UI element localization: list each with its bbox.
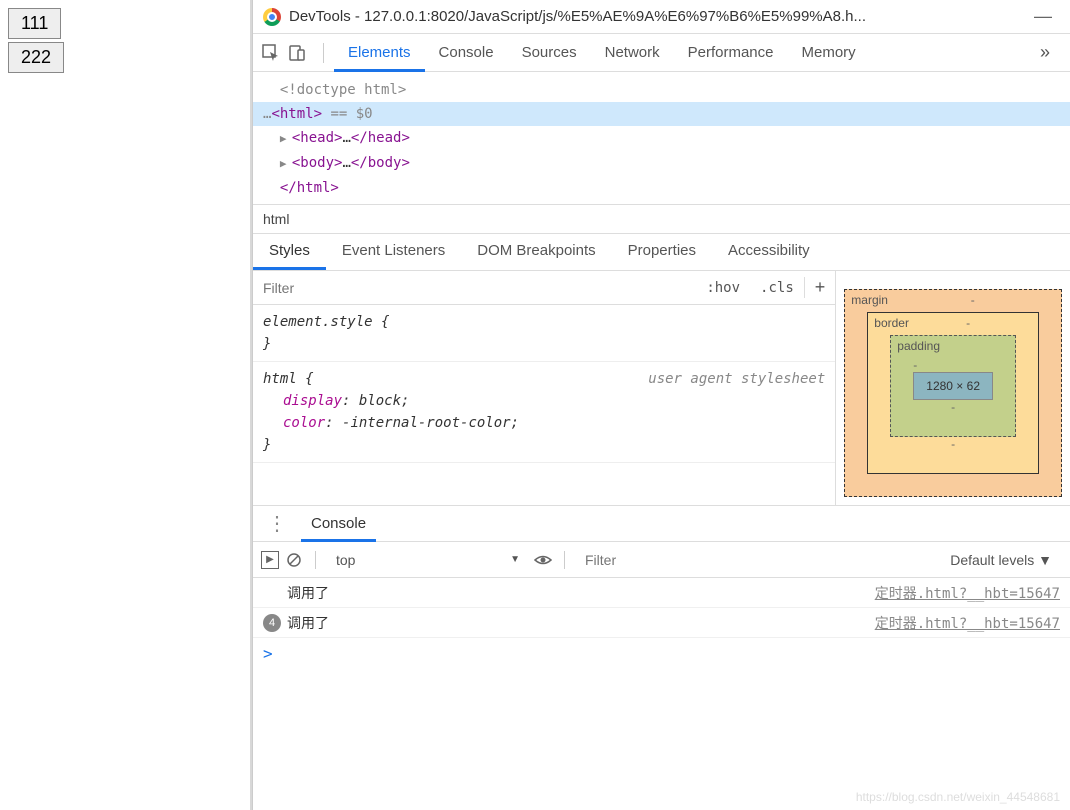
tab-console[interactable]: Console	[425, 34, 508, 72]
main-tabs: Elements Console Sources Network Perform…	[334, 34, 1028, 72]
devtools-titlebar: DevTools - 127.0.0.1:8020/JavaScript/js/…	[253, 0, 1070, 34]
html-close: </html>	[263, 176, 1060, 200]
tab-performance[interactable]: Performance	[674, 34, 788, 72]
dom-tree[interactable]: <!doctype html> …<html> == $0 ▶<head>…</…	[253, 72, 1070, 204]
console-drawer-tab[interactable]: Console	[301, 506, 376, 542]
page-content: 111 222	[0, 0, 250, 810]
log-source-link[interactable]: 定时器.html?__hbt=15647	[875, 613, 1060, 633]
console-drawer-header: ⋮ Console	[253, 506, 1070, 542]
live-expression-icon[interactable]: ▶	[261, 551, 279, 569]
context-selector[interactable]: top▼	[328, 552, 528, 568]
inspect-icon[interactable]	[261, 43, 281, 63]
repeat-badge: 4	[263, 614, 281, 632]
log-levels-selector[interactable]: Default levels ▼	[940, 552, 1062, 568]
console-toolbar: ▶ top▼ Default levels ▼	[253, 542, 1070, 578]
subtab-event-listeners[interactable]: Event Listeners	[326, 234, 461, 270]
styles-subtabs: Styles Event Listeners DOM Breakpoints P…	[253, 233, 1070, 271]
styles-filter-row: :hov .cls +	[253, 271, 835, 305]
hov-toggle[interactable]: :hov	[696, 280, 750, 296]
devtools-toolbar: Elements Console Sources Network Perform…	[253, 34, 1070, 72]
minimize-button[interactable]: —	[1026, 6, 1060, 27]
eye-icon[interactable]	[534, 551, 552, 569]
breadcrumb[interactable]: html	[253, 204, 1070, 233]
tab-elements[interactable]: Elements	[334, 34, 425, 72]
html-rule[interactable]: html {user agent stylesheet display: blo…	[253, 362, 835, 463]
subtab-dom-breakpoints[interactable]: DOM Breakpoints	[461, 234, 611, 270]
kebab-icon[interactable]: ⋮	[253, 511, 301, 536]
more-tabs-icon[interactable]: »	[1028, 42, 1062, 63]
tab-memory[interactable]: Memory	[788, 34, 870, 72]
chrome-icon	[263, 8, 281, 26]
subtab-properties[interactable]: Properties	[612, 234, 712, 270]
devtools-title: DevTools - 127.0.0.1:8020/JavaScript/js/…	[289, 8, 1026, 25]
cls-toggle[interactable]: .cls	[750, 280, 804, 296]
head-node[interactable]: ▶<head>…</head>	[263, 126, 1060, 151]
new-rule-button[interactable]: +	[804, 277, 836, 298]
device-icon[interactable]	[287, 43, 307, 63]
page-button-2[interactable]: 222	[8, 42, 64, 73]
styles-filter-input[interactable]	[253, 280, 696, 296]
tab-network[interactable]: Network	[591, 34, 674, 72]
log-source-link[interactable]: 定时器.html?__hbt=15647	[875, 583, 1060, 603]
page-button-1[interactable]: 111	[8, 8, 61, 39]
subtab-accessibility[interactable]: Accessibility	[712, 234, 826, 270]
console-prompt[interactable]: >	[253, 638, 1070, 669]
devtools-panel: DevTools - 127.0.0.1:8020/JavaScript/js/…	[252, 0, 1070, 810]
doctype: <!doctype html>	[263, 78, 1060, 102]
console-filter-input[interactable]	[577, 552, 934, 568]
html-node[interactable]: …<html> == $0	[253, 102, 1070, 126]
tab-sources[interactable]: Sources	[508, 34, 591, 72]
element-style-rule[interactable]: element.style { }	[253, 305, 835, 362]
subtab-styles[interactable]: Styles	[253, 234, 326, 270]
body-node[interactable]: ▶<body>…</body>	[263, 151, 1060, 176]
watermark: https://blog.csdn.net/weixin_44548681	[856, 790, 1060, 804]
console-log-row[interactable]: 4 调用了 定时器.html?__hbt=15647	[253, 608, 1070, 638]
box-model-content: 1280 × 62	[913, 372, 993, 400]
clear-console-icon[interactable]	[285, 551, 303, 569]
console-log-row[interactable]: 调用了 定时器.html?__hbt=15647	[253, 578, 1070, 608]
box-model: margin - border - padding - 1280 × 62 - …	[836, 271, 1070, 505]
